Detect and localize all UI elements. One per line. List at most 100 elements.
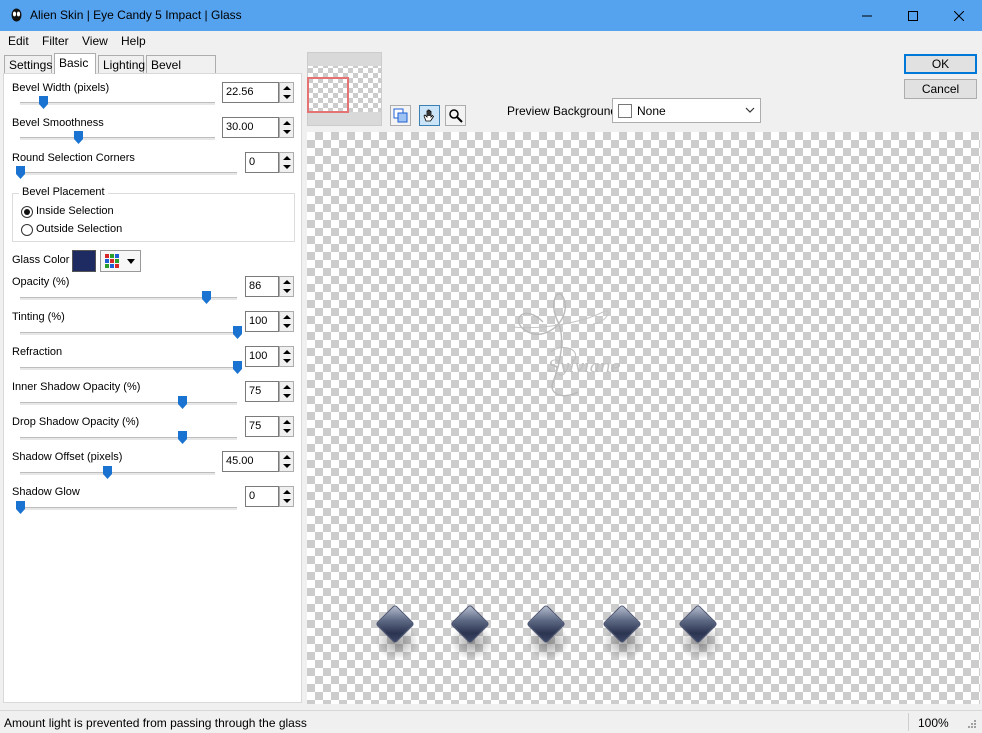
maximize-button[interactable] xyxy=(890,0,936,31)
hand-tool-button[interactable] xyxy=(419,105,440,126)
menu-help[interactable]: Help xyxy=(121,34,146,48)
shadow-offset-slider-thumb[interactable] xyxy=(103,466,113,479)
spin-up-icon[interactable] xyxy=(283,490,291,494)
spin-down-icon[interactable] xyxy=(283,95,291,99)
inner-shadow-opacity-arrows[interactable] xyxy=(279,381,294,402)
bevel-smoothness-arrows[interactable] xyxy=(279,117,294,138)
bevel-width-spinner[interactable]: 22.56 xyxy=(222,82,295,103)
drop-shadow-opacity-spinner[interactable]: 75 xyxy=(245,416,295,437)
refraction-slider-thumb[interactable] xyxy=(232,361,242,374)
navigator-view-rectangle[interactable] xyxy=(307,77,349,113)
outside-selection-radio[interactable] xyxy=(21,224,33,236)
refraction-spinner[interactable]: 100 xyxy=(245,346,295,367)
close-button[interactable] xyxy=(936,0,982,31)
tinting-input[interactable]: 100 xyxy=(245,311,279,332)
spin-down-icon[interactable] xyxy=(283,359,291,363)
spin-up-icon[interactable] xyxy=(283,455,291,459)
preview-canvas[interactable]: Sylviane xyxy=(307,132,980,704)
minimize-button[interactable] xyxy=(844,0,890,31)
spin-up-icon[interactable] xyxy=(283,86,291,90)
inner-shadow-opacity-track[interactable] xyxy=(20,402,237,405)
bevel-smoothness-input[interactable]: 30.00 xyxy=(222,117,279,138)
tab-lighting[interactable]: Lighting xyxy=(98,55,145,74)
shadow-glow-spinner[interactable]: 0 xyxy=(245,486,295,507)
shadow-glow-slider-thumb[interactable] xyxy=(15,501,25,514)
bevel-width-input[interactable]: 22.56 xyxy=(222,82,279,103)
menu-edit[interactable]: Edit xyxy=(8,34,29,48)
spin-down-icon[interactable] xyxy=(283,429,291,433)
alien-skin-app-icon xyxy=(11,8,22,22)
spin-up-icon[interactable] xyxy=(283,121,291,125)
refraction-input[interactable]: 100 xyxy=(245,346,279,367)
spin-down-icon[interactable] xyxy=(283,130,291,134)
bevel-width-track[interactable] xyxy=(20,102,215,105)
compare-tool-button[interactable] xyxy=(390,105,411,126)
inner-shadow-opacity-slider-thumb[interactable] xyxy=(178,396,188,409)
round-corners-spinner[interactable]: 0 xyxy=(245,152,295,173)
glass-color-swatch[interactable] xyxy=(72,250,96,272)
ok-button[interactable]: OK xyxy=(904,54,977,74)
opacity-slider-thumb[interactable] xyxy=(202,291,212,304)
spin-down-icon[interactable] xyxy=(283,165,291,169)
shadow-glow-arrows[interactable] xyxy=(279,486,294,507)
spin-down-icon[interactable] xyxy=(283,324,291,328)
round-corners-arrows[interactable] xyxy=(279,152,294,173)
bevel-smoothness-spinner[interactable]: 30.00 xyxy=(222,117,295,138)
refraction-arrows[interactable] xyxy=(279,346,294,367)
round-corners-track[interactable] xyxy=(20,172,237,175)
drop-shadow-opacity-slider-thumb[interactable] xyxy=(178,431,188,444)
shadow-glow-track[interactable] xyxy=(20,507,237,510)
cancel-button[interactable]: Cancel xyxy=(904,79,977,99)
tinting-track[interactable] xyxy=(20,332,237,335)
shadow-glow-input[interactable]: 0 xyxy=(245,486,279,507)
bevel-width-slider-thumb[interactable] xyxy=(38,96,48,109)
inside-selection-label[interactable]: Inside Selection xyxy=(36,205,114,217)
bevel-smoothness-slider-thumb[interactable] xyxy=(74,131,83,144)
shadow-offset-spinner[interactable]: 45.00 xyxy=(222,451,295,472)
spin-down-icon[interactable] xyxy=(283,394,291,398)
opacity-input[interactable]: 86 xyxy=(245,276,279,297)
tinting-spinner[interactable]: 100 xyxy=(245,311,295,332)
shadow-offset-track[interactable] xyxy=(20,472,215,475)
spin-down-icon[interactable] xyxy=(283,464,291,468)
tinting-slider-thumb[interactable] xyxy=(232,326,242,339)
color-picker-dropdown[interactable] xyxy=(100,250,141,272)
round-corners-slider-thumb[interactable] xyxy=(15,166,25,179)
bevel-width-arrows[interactable] xyxy=(279,82,294,103)
tab-basic[interactable]: Basic xyxy=(54,53,96,74)
refraction-track[interactable] xyxy=(20,367,237,370)
menu-view[interactable]: View xyxy=(82,34,108,48)
drop-shadow-opacity-arrows[interactable] xyxy=(279,416,294,437)
inner-shadow-opacity-spinner[interactable]: 75 xyxy=(245,381,295,402)
spin-down-icon[interactable] xyxy=(283,499,291,503)
spin-up-icon[interactable] xyxy=(283,350,291,354)
tinting-arrows[interactable] xyxy=(279,311,294,332)
bevel-smoothness-track[interactable] xyxy=(20,137,215,140)
zoom-tool-button[interactable] xyxy=(445,105,466,126)
tab-settings[interactable]: Settings xyxy=(4,55,52,74)
preview-background-select[interactable]: None xyxy=(612,98,761,123)
resize-grip-icon[interactable] xyxy=(963,717,977,731)
menu-filter[interactable]: Filter xyxy=(42,34,69,48)
spin-down-icon[interactable] xyxy=(283,289,291,293)
hand-icon xyxy=(423,109,435,122)
window-title: Alien Skin | Eye Candy 5 Impact | Glass xyxy=(30,8,242,22)
inner-shadow-opacity-input[interactable]: 75 xyxy=(245,381,279,402)
spin-up-icon[interactable] xyxy=(283,280,291,284)
spin-up-icon[interactable] xyxy=(283,156,291,160)
round-corners-input[interactable]: 0 xyxy=(245,152,279,173)
drop-shadow-opacity-input[interactable]: 75 xyxy=(245,416,279,437)
shadow-offset-arrows[interactable] xyxy=(279,451,294,472)
opacity-arrows[interactable] xyxy=(279,276,294,297)
opacity-spinner[interactable]: 86 xyxy=(245,276,295,297)
shadow-offset-input[interactable]: 45.00 xyxy=(222,451,279,472)
drop-shadow-opacity-track[interactable] xyxy=(20,437,237,440)
spin-up-icon[interactable] xyxy=(283,420,291,424)
tab-bevel-profile[interactable]: Bevel Profile xyxy=(146,55,216,86)
spin-up-icon[interactable] xyxy=(283,385,291,389)
spin-up-icon[interactable] xyxy=(283,315,291,319)
glass-gem xyxy=(448,604,496,664)
outside-selection-label[interactable]: Outside Selection xyxy=(36,223,122,235)
inside-selection-radio[interactable] xyxy=(21,206,33,218)
maximize-icon xyxy=(908,10,918,21)
